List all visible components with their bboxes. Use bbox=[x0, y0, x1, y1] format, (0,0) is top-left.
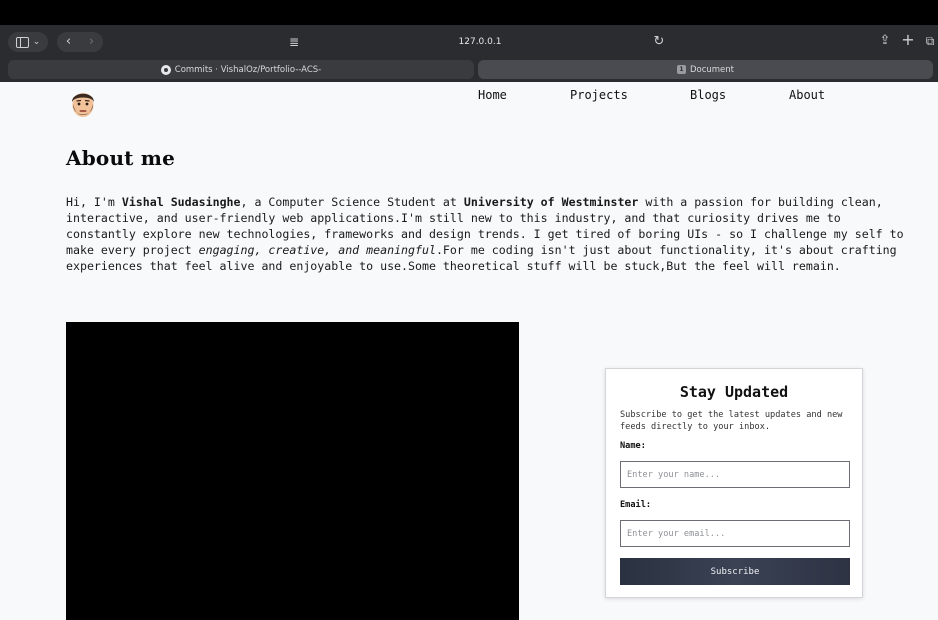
chevron-down-icon: ⌄ bbox=[32, 37, 41, 47]
nav-blogs-link[interactable]: Blogs bbox=[690, 88, 726, 102]
github-icon bbox=[160, 64, 171, 75]
about-paragraph: Hi, I'm Vishal Sudasinghe, a Computer Sc… bbox=[66, 194, 916, 274]
reader-mode-icon[interactable]: ≣ bbox=[285, 32, 303, 52]
subscribe-title: Stay Updated bbox=[679, 383, 789, 401]
tab-label: Document bbox=[689, 64, 735, 75]
document-icon: 1 bbox=[676, 65, 686, 74]
back-icon[interactable]: ‹ bbox=[66, 32, 71, 52]
history-nav-group: ‹ › bbox=[57, 32, 103, 52]
sidebar-toggle-button[interactable]: ⌄ bbox=[8, 32, 48, 52]
page-content: Home Projects Blogs About About me Hi, I… bbox=[0, 82, 938, 620]
email-label: Email: bbox=[620, 500, 652, 510]
about-heading: About me bbox=[66, 146, 176, 170]
about-intro: Hi, I'm bbox=[66, 195, 122, 209]
about-text-1: , a Computer Science Student at bbox=[240, 195, 464, 209]
reload-icon[interactable]: ↻ bbox=[650, 32, 668, 52]
nav-about-link[interactable]: About bbox=[789, 88, 825, 102]
share-icon[interactable]: ⇪ bbox=[876, 31, 894, 51]
name-label: Name: bbox=[620, 441, 646, 451]
screen-top-bar bbox=[0, 0, 938, 25]
browser-toolbar: ⌄ ‹ › ≣ 127.0.0.1 ↻ ⇪ + ⧉ bbox=[0, 25, 938, 59]
subscribe-button[interactable]: Subscribe bbox=[620, 558, 850, 585]
avatar-icon[interactable] bbox=[67, 85, 99, 121]
name-input[interactable] bbox=[620, 461, 850, 488]
subscribe-card: Stay Updated Subscribe to get the latest… bbox=[605, 368, 863, 598]
university-name: University of Westminster bbox=[463, 195, 639, 209]
tab-bar: Commits · VishalOz/Portfolio--ACS- 1 Doc… bbox=[0, 58, 938, 82]
video-player[interactable] bbox=[66, 322, 519, 620]
forward-icon[interactable]: › bbox=[89, 32, 94, 52]
sidebar-icon bbox=[15, 36, 29, 48]
new-tab-icon[interactable]: + bbox=[899, 30, 917, 50]
tab-commits[interactable]: Commits · VishalOz/Portfolio--ACS- bbox=[8, 60, 474, 79]
email-input[interactable] bbox=[620, 520, 850, 547]
subscribe-description: Subscribe to get the latest updates and … bbox=[620, 410, 843, 432]
nav-home-link[interactable]: Home bbox=[478, 88, 507, 102]
about-emphasis: engaging, creative, and meaningful bbox=[198, 243, 436, 257]
tab-document[interactable]: 1 Document bbox=[478, 60, 933, 79]
nav-projects-link[interactable]: Projects bbox=[570, 88, 628, 102]
tab-overview-icon[interactable]: ⧉ bbox=[922, 31, 938, 51]
tab-label: Commits · VishalOz/Portfolio--ACS- bbox=[174, 64, 322, 75]
address-bar[interactable]: 127.0.0.1 bbox=[450, 32, 510, 52]
author-name: Vishal Sudasinghe bbox=[121, 195, 241, 209]
